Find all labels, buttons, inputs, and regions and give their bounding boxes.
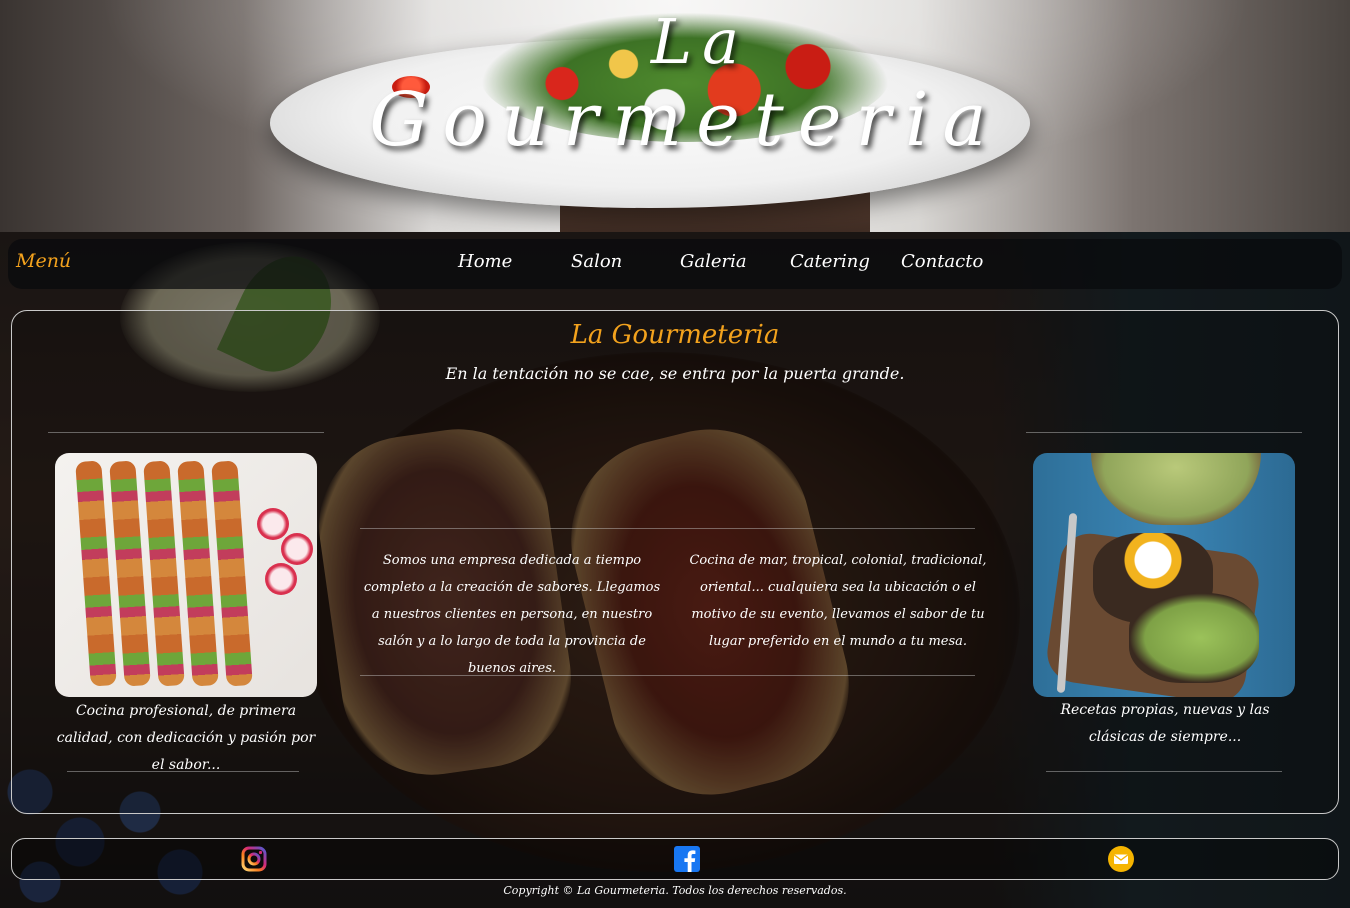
divider-right-bottom <box>1046 771 1282 772</box>
hero-title-line2: Gourmeteria <box>369 77 1001 163</box>
page-slogan: En la tentación no se cae, se entra por … <box>445 364 905 383</box>
avocado-toast-image <box>1033 453 1295 697</box>
nav-link-galeria[interactable]: Galeria <box>680 251 747 272</box>
menu-label[interactable]: Menú <box>16 250 71 272</box>
email-icon[interactable] <box>1108 846 1134 872</box>
divider-right-top <box>1026 432 1302 433</box>
nav-link-home[interactable]: Home <box>458 251 512 272</box>
nav-link-salon[interactable]: Salon <box>571 251 622 272</box>
avocado-bowl <box>1091 453 1261 525</box>
nav-link-catering[interactable]: Catering <box>790 251 870 272</box>
copyright-text: Copyright © La Gourmeteria. Todos los de… <box>503 884 847 897</box>
cuisine-text: Cocina de mar, tropical, colonial, tradi… <box>689 553 987 649</box>
radish-slice <box>257 508 289 540</box>
right-caption: Recetas propias, nuevas y las clásicas d… <box>1060 702 1270 745</box>
hero-title-line1: La <box>650 5 750 78</box>
hero-banner: La Gourmeteria <box>0 0 1350 232</box>
hero-title: La Gourmeteria <box>0 5 1350 163</box>
page-title: La Gourmeteria <box>570 320 780 350</box>
instagram-icon[interactable] <box>241 846 267 872</box>
avocado-toast <box>1129 593 1259 683</box>
divider-center-top <box>360 528 975 529</box>
radish-slice <box>265 563 297 595</box>
about-text: Somos una empresa dedicada a tiempo comp… <box>363 553 661 676</box>
skewer <box>211 460 253 687</box>
skewers-image <box>55 453 317 697</box>
divider-left-top <box>48 432 324 433</box>
nav-link-contacto[interactable]: Contacto <box>901 251 983 272</box>
facebook-icon[interactable] <box>674 846 700 872</box>
main-nav: Menú Home Salon Galeria Catering Contact… <box>8 239 1342 289</box>
left-caption: Cocina profesional, de primera calidad, … <box>56 703 316 773</box>
radish-slice <box>281 533 313 565</box>
